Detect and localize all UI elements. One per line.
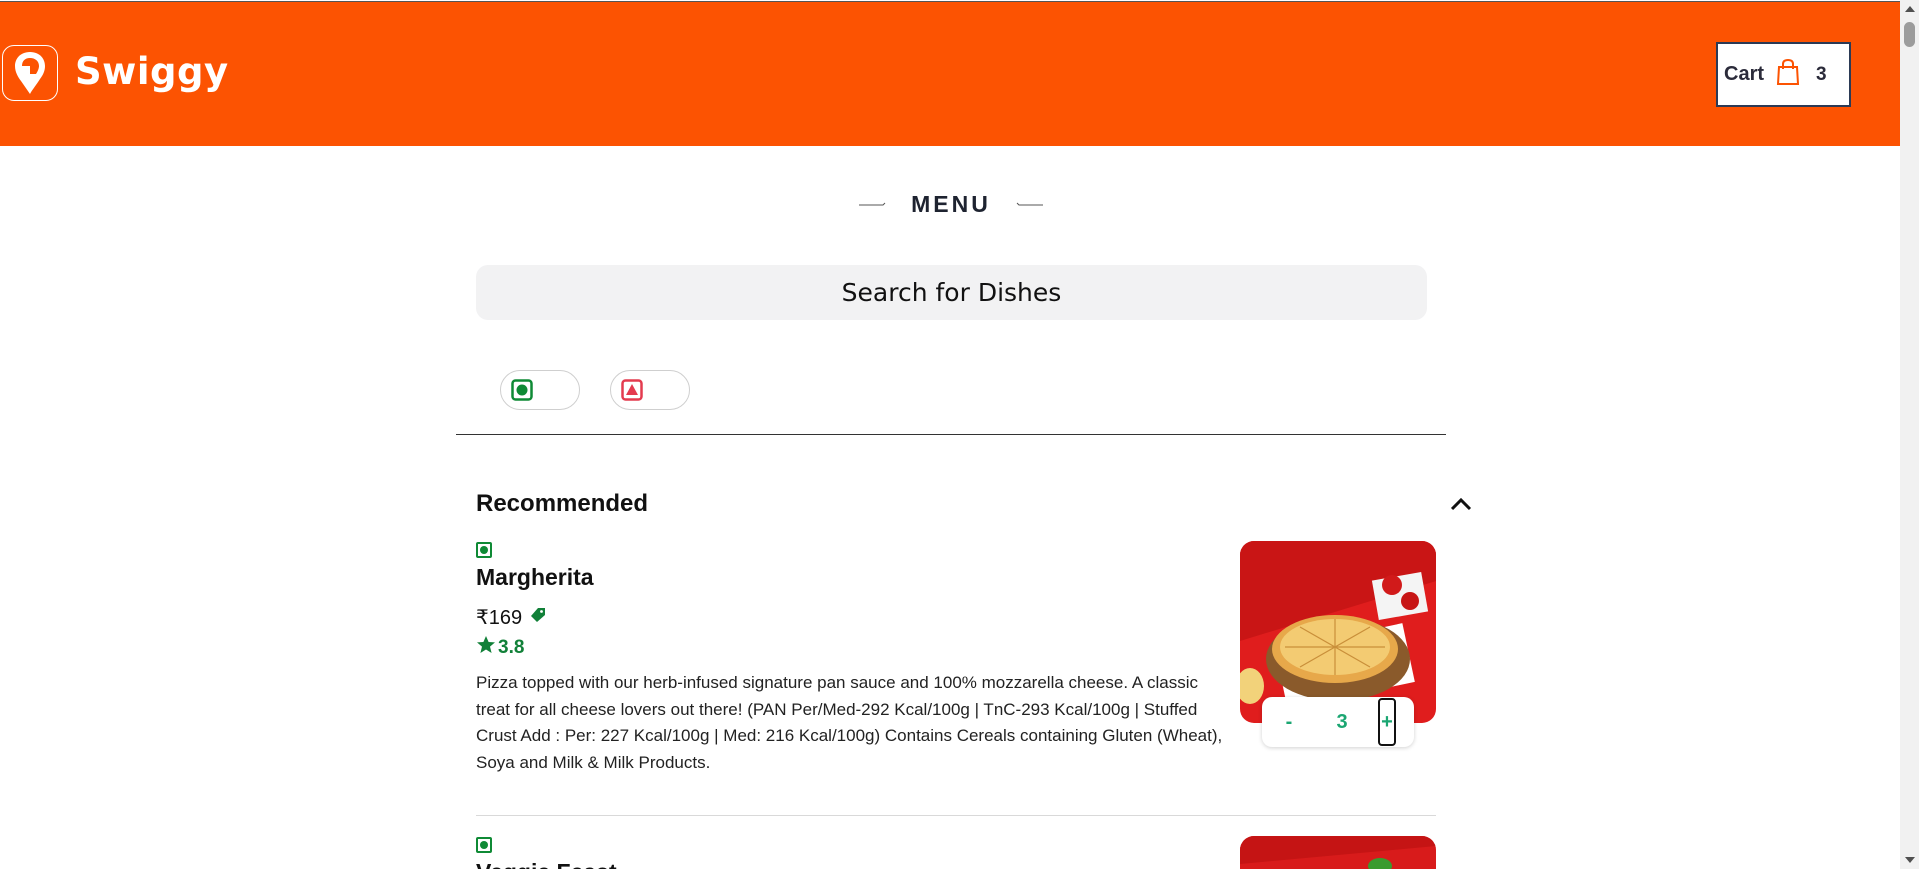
pizza-image bbox=[1240, 541, 1436, 723]
cart-count: 3 bbox=[1816, 63, 1827, 85]
offer-tag-icon bbox=[530, 606, 546, 629]
item-divider bbox=[476, 815, 1436, 816]
scroll-thumb[interactable] bbox=[1904, 22, 1915, 47]
vertical-scrollbar[interactable] bbox=[1900, 0, 1919, 869]
brand-name[interactable]: Swiggy bbox=[75, 50, 229, 93]
cart-label: Cart bbox=[1724, 63, 1765, 85]
scroll-up-arrow-icon[interactable] bbox=[1905, 6, 1915, 12]
swiggy-logo-icon[interactable] bbox=[2, 45, 58, 101]
shopping-bag-icon bbox=[1776, 58, 1800, 92]
item-price: ₹169 bbox=[476, 605, 546, 630]
item-rating: 3.8 bbox=[476, 635, 524, 661]
rating-value: 3.8 bbox=[498, 637, 525, 658]
quantity-value: 3 bbox=[1336, 710, 1348, 733]
veg-filter-toggle[interactable] bbox=[500, 370, 580, 410]
quantity-stepper[interactable]: - 3 + bbox=[1262, 697, 1414, 747]
section-title: Recommended bbox=[476, 490, 649, 517]
item-name: Veggie Feast bbox=[476, 859, 617, 869]
nonveg-indicator-icon bbox=[621, 379, 643, 401]
scroll-down-arrow-icon[interactable] bbox=[1905, 857, 1915, 863]
star-icon bbox=[476, 635, 496, 661]
chevron-up-icon[interactable] bbox=[1448, 492, 1474, 518]
decrease-quantity-button[interactable]: - bbox=[1272, 711, 1306, 734]
veg-indicator-icon bbox=[476, 542, 492, 558]
increase-quantity-button[interactable]: + bbox=[1378, 698, 1396, 746]
veg-indicator-icon bbox=[476, 837, 492, 853]
search-input[interactable] bbox=[476, 265, 1427, 320]
price-value: ₹169 bbox=[476, 607, 523, 629]
top-header: Swiggy Cart 3 bbox=[0, 1, 1900, 146]
nonveg-filter-toggle[interactable] bbox=[610, 370, 690, 410]
left-flourish-icon bbox=[859, 195, 887, 213]
veggie-pizza-image bbox=[1240, 836, 1436, 869]
filter-divider bbox=[456, 434, 1446, 435]
item-description: Pizza topped with our herb-infused signa… bbox=[476, 673, 1223, 772]
right-flourish-icon bbox=[1015, 195, 1043, 213]
page-title: MENU bbox=[911, 190, 991, 217]
item-name: Margherita bbox=[476, 564, 594, 590]
menu-heading: MENU bbox=[859, 188, 1043, 220]
veg-indicator-icon bbox=[511, 379, 533, 401]
cart-button[interactable]: Cart 3 bbox=[1716, 42, 1851, 107]
